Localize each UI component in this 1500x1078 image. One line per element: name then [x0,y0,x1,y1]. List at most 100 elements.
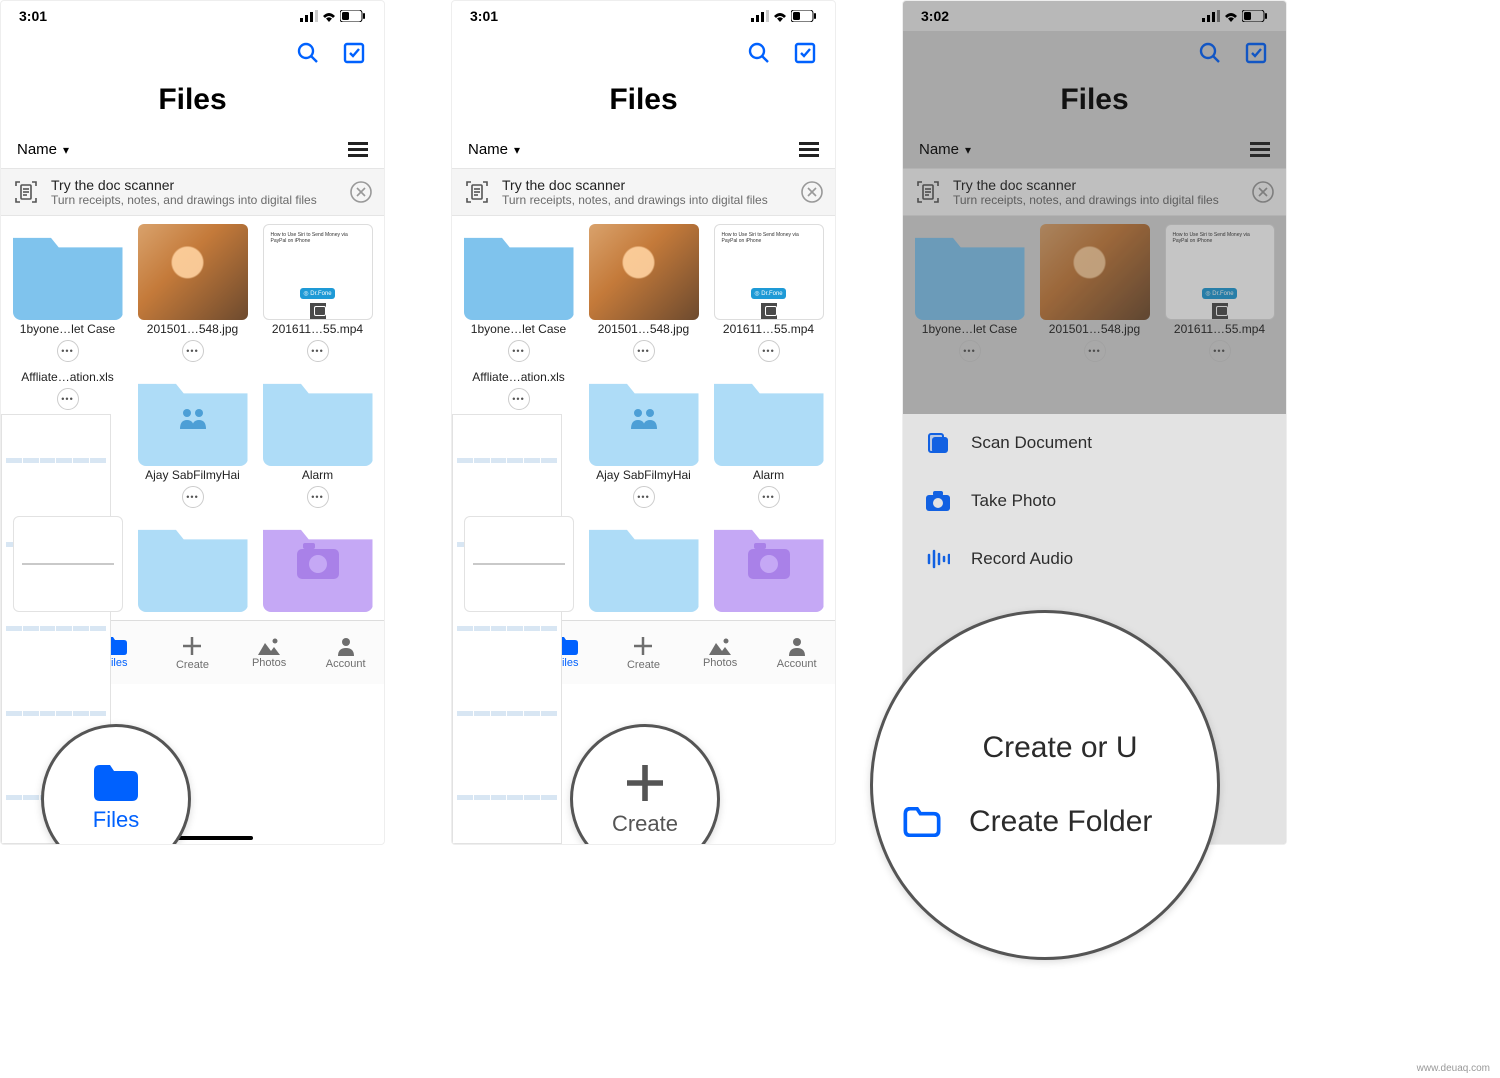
chevron-down-icon: ▾ [63,143,69,157]
view-toggle-icon[interactable] [799,142,819,158]
view-toggle-icon[interactable] [348,142,368,158]
screen-1: 3:01 Files Name ▾ Try the doc scanner Tu… [0,0,385,845]
file-item[interactable]: 1byone…let Case••• [460,224,577,362]
status-time: 3:01 [19,8,47,24]
file-item[interactable]: Alarm••• [259,370,376,508]
file-item[interactable] [9,516,126,612]
sheet-take-photo[interactable]: Take Photo [903,472,1286,530]
view-toggle-icon[interactable] [1250,142,1270,158]
search-icon[interactable] [296,41,320,65]
status-indicators [1202,10,1268,22]
file-item[interactable] [710,516,827,612]
more-icon[interactable]: ••• [57,388,79,410]
tab-account[interactable]: Account [758,621,835,684]
sort-button[interactable]: Name ▾ [919,141,971,158]
close-icon[interactable] [1252,181,1274,203]
chevron-down-icon: ▾ [514,143,520,157]
scanner-icon [915,179,941,205]
file-item[interactable] [460,516,577,612]
more-icon[interactable]: ••• [959,340,981,362]
doc-scanner-banner[interactable]: Try the doc scanner Turn receipts, notes… [1,168,384,216]
sort-row: Name ▾ [1,141,384,168]
file-item[interactable]: Affliate…ation.xls••• [9,370,126,508]
select-icon[interactable] [793,41,817,65]
photos-icon [258,637,280,655]
sheet-label: Scan Document [971,433,1092,453]
tab-create[interactable]: Create [605,621,682,684]
camera-uploads-folder-icon [263,516,373,612]
search-icon[interactable] [1198,41,1222,65]
file-item[interactable]: Affliate…ation.xls••• [460,370,577,508]
search-icon[interactable] [747,41,771,65]
more-icon[interactable]: ••• [508,340,530,362]
more-icon[interactable]: ••• [758,486,780,508]
video-thumbnail: How to Use Siri to Send Money via PayPal… [1165,224,1275,320]
tab-photos[interactable]: Photos [682,621,759,684]
folder-icon [714,370,824,466]
file-item[interactable]: 201501…548.jpg••• [585,224,702,362]
sort-row: Name ▾ [452,141,835,168]
close-icon[interactable] [801,181,823,203]
more-icon[interactable]: ••• [1209,340,1231,362]
file-item[interactable] [585,516,702,612]
file-item[interactable]: Ajay SabFilmyHai••• [134,370,251,508]
more-icon[interactable]: ••• [633,340,655,362]
battery-icon [1242,10,1268,22]
sort-button[interactable]: Name ▾ [468,141,520,158]
doc-scanner-banner[interactable]: Try the doc scanner Turn receipts, notes… [452,168,835,216]
banner-title: Try the doc scanner [51,177,338,193]
select-icon[interactable] [1244,41,1268,65]
file-item[interactable]: Alarm••• [710,370,827,508]
file-item[interactable]: Ajay SabFilmyHai••• [585,370,702,508]
more-icon[interactable]: ••• [1084,340,1106,362]
select-icon[interactable] [342,41,366,65]
file-item[interactable] [134,516,251,612]
banner-title: Try the doc scanner [502,177,789,193]
more-icon[interactable]: ••• [307,340,329,362]
more-icon[interactable]: ••• [508,388,530,410]
close-icon[interactable] [350,181,372,203]
sheet-create-folder[interactable]: Create Folder [903,805,1217,839]
scanner-icon [464,179,490,205]
sort-label: Name [17,141,57,158]
folder-icon [915,224,1025,320]
more-icon[interactable]: ••• [57,340,79,362]
folder-icon [138,516,248,612]
tab-create[interactable]: Create [154,621,231,684]
file-item[interactable]: How to Use Siri to Send Money via PayPal… [259,224,376,362]
file-item[interactable]: 201501…548.jpg••• [1036,224,1153,362]
doc-scanner-banner[interactable]: Try the doc scanner Turn receipts, notes… [903,168,1286,216]
page-title: Files [1,73,384,141]
status-time: 3:01 [470,8,498,24]
file-item[interactable]: 201501…548.jpg••• [134,224,251,362]
more-icon[interactable]: ••• [182,340,204,362]
status-bar: 3:02 [903,1,1286,31]
scan-icon [925,430,951,456]
status-bar: 3:01 [1,1,384,31]
file-item[interactable]: 1byone…let Case••• [9,224,126,362]
file-item[interactable]: How to Use Siri to Send Money via PayPal… [1161,224,1278,362]
more-icon[interactable]: ••• [633,486,655,508]
sort-button[interactable]: Name ▾ [17,141,69,158]
sheet-create-or-upload-clip: Create or U [982,731,1137,765]
file-item[interactable]: 1byone…let Case••• [911,224,1028,362]
body: Files Name ▾ Try the doc scanner Turn re… [1,31,384,844]
camera-icon [297,549,339,579]
more-icon[interactable]: ••• [182,486,204,508]
plus-icon [181,635,203,657]
sort-label: Name [919,141,959,158]
tab-account[interactable]: Account [307,621,384,684]
tab-photos[interactable]: Photos [231,621,308,684]
file-item[interactable] [259,516,376,612]
photo-thumbnail [589,224,699,320]
more-icon[interactable]: ••• [758,340,780,362]
doc-thumbnail [464,516,574,612]
attribution: www.deuaq.com [1417,1063,1490,1074]
sheet-record-audio[interactable]: Record Audio [903,530,1286,588]
more-icon[interactable]: ••• [307,486,329,508]
sheet-scan-document[interactable]: Scan Document [903,414,1286,472]
sheet-label: Create Folder [969,805,1152,839]
highlight-create-folder: Create or U Create Folder [870,610,1220,960]
file-item[interactable]: How to Use Siri to Send Money via PayPal… [710,224,827,362]
video-thumbnail: How to Use Siri to Send Money via PayPal… [714,224,824,320]
